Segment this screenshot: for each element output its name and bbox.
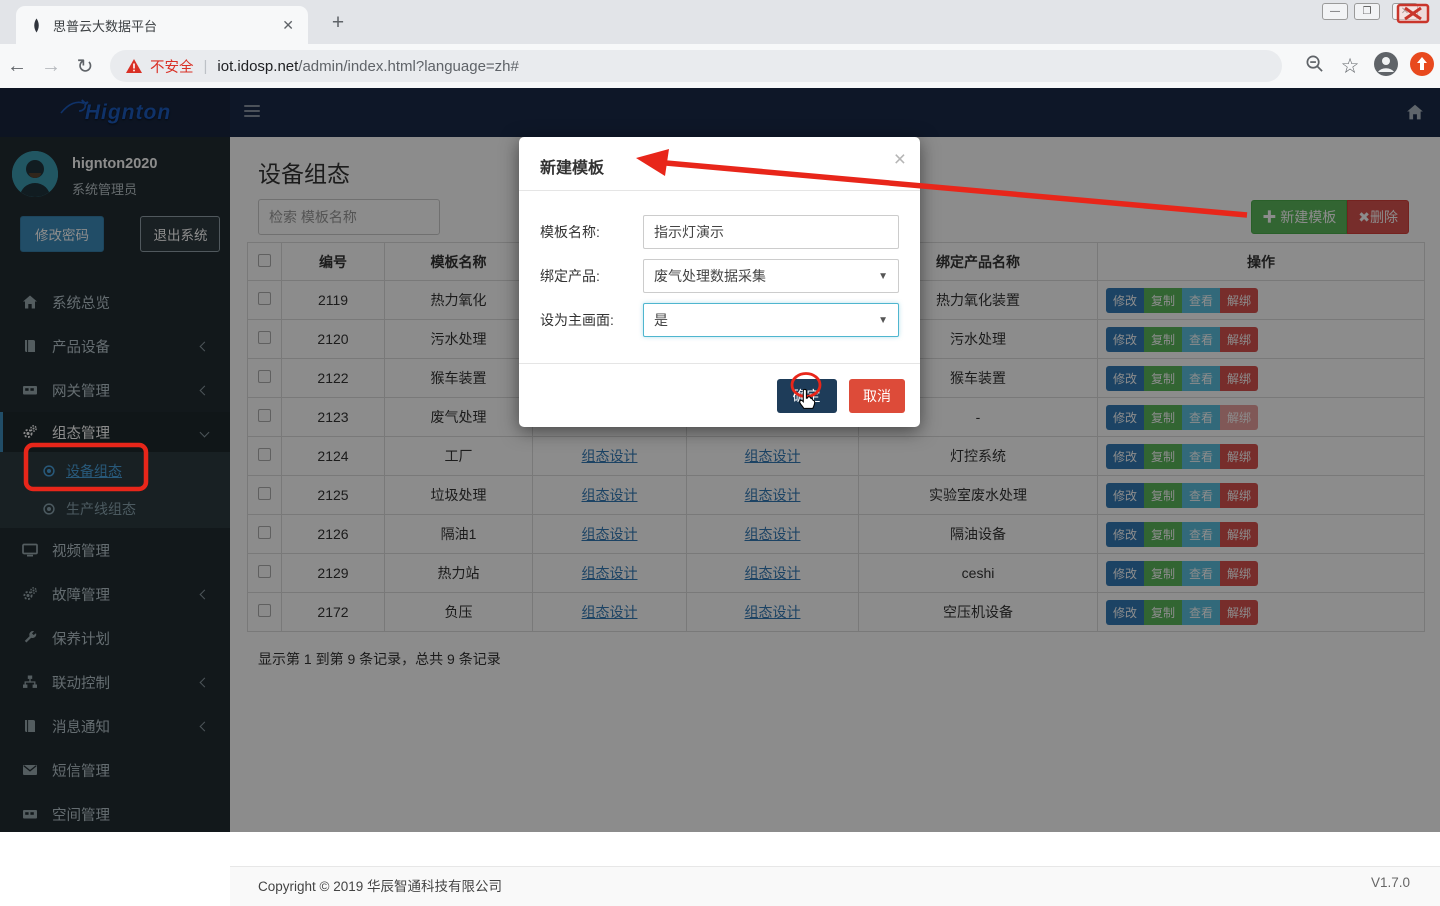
select-value: 是: [654, 310, 668, 330]
favicon: [30, 18, 43, 33]
window-restore-button[interactable]: ❐: [1354, 3, 1380, 20]
tab-close-icon[interactable]: ✕: [278, 17, 298, 34]
reload-icon[interactable]: ↻: [68, 54, 102, 79]
form-row: 绑定产品: 废气处理数据采集 ▼: [540, 259, 899, 293]
warning-icon: [126, 59, 142, 73]
chevron-down-icon: ▼: [878, 315, 888, 326]
tab-strip: 思普云大数据平台 ✕ + — ❐ ✕: [0, 0, 1440, 44]
field-label: 设为主画面:: [540, 310, 643, 330]
window-minimize-button[interactable]: —: [1322, 3, 1348, 20]
bind-product-select[interactable]: 废气处理数据采集 ▼: [643, 259, 899, 293]
form-row: 设为主画面:是▼: [540, 303, 899, 337]
address-field[interactable]: 不安全 | iot.idosp.net/admin/index.html?lan…: [110, 50, 1282, 82]
bookmark-star-icon[interactable]: ☆: [1332, 54, 1368, 79]
main-screen-select[interactable]: 是▼: [643, 303, 899, 337]
version-label: V1.7.0: [1371, 875, 1410, 890]
confirm-button[interactable]: 确定: [777, 379, 837, 413]
browser-chrome: 思普云大数据平台 ✕ + — ❐ ✕ ← → ↻ 不安全 | iot.idosp…: [0, 0, 1440, 88]
security-warning-label[interactable]: 不安全: [150, 56, 194, 77]
template-name-input[interactable]: [643, 215, 899, 249]
extension-update-icon[interactable]: [1404, 51, 1440, 82]
back-icon[interactable]: ←: [0, 55, 34, 78]
forward-icon[interactable]: →: [34, 55, 68, 78]
modal-form: 模板名称:绑定产品:废气处理数据采集▼设为主画面:是▼: [519, 191, 920, 337]
copyright-label: Copyright © 2019 华辰智通科技有限公司: [258, 879, 502, 894]
select-value: 废气处理数据采集: [654, 266, 766, 286]
url-separator: |: [204, 58, 208, 75]
url-path: /admin/index.html?language=zh#: [298, 58, 519, 75]
url-bar: ← → ↻ 不安全 | iot.idosp.net/admin/index.ht…: [0, 44, 1440, 88]
form-row: 模板名称:: [540, 215, 899, 249]
new-tab-button[interactable]: +: [324, 10, 352, 38]
modal-title: 新建模板: [540, 160, 604, 177]
modal-close-icon[interactable]: ×: [894, 149, 906, 170]
tab-title: 思普云大数据平台: [53, 16, 278, 35]
cancel-button[interactable]: 取消: [849, 379, 905, 413]
window-close-button[interactable]: ✕: [1392, 3, 1418, 20]
zoom-out-icon[interactable]: [1296, 54, 1332, 78]
new-template-modal: 新建模板 × 模板名称:绑定产品:废气处理数据采集▼设为主画面:是▼ 确定 取消: [519, 137, 920, 427]
page-footer: V1.7.0 Copyright © 2019 华辰智通科技有限公司: [230, 866, 1440, 906]
chevron-down-icon: ▼: [878, 271, 888, 282]
browser-tab[interactable]: 思普云大数据平台 ✕: [16, 6, 308, 44]
app-frame: Hignton hignton2020 系统管理员 修改密码 退出系统 系统总览…: [0, 88, 1440, 832]
field-label: 模板名称:: [540, 222, 643, 242]
field-label: 绑定产品:: [540, 266, 643, 286]
profile-avatar-icon[interactable]: [1368, 51, 1404, 82]
url-domain: iot.idosp.net: [217, 58, 298, 75]
